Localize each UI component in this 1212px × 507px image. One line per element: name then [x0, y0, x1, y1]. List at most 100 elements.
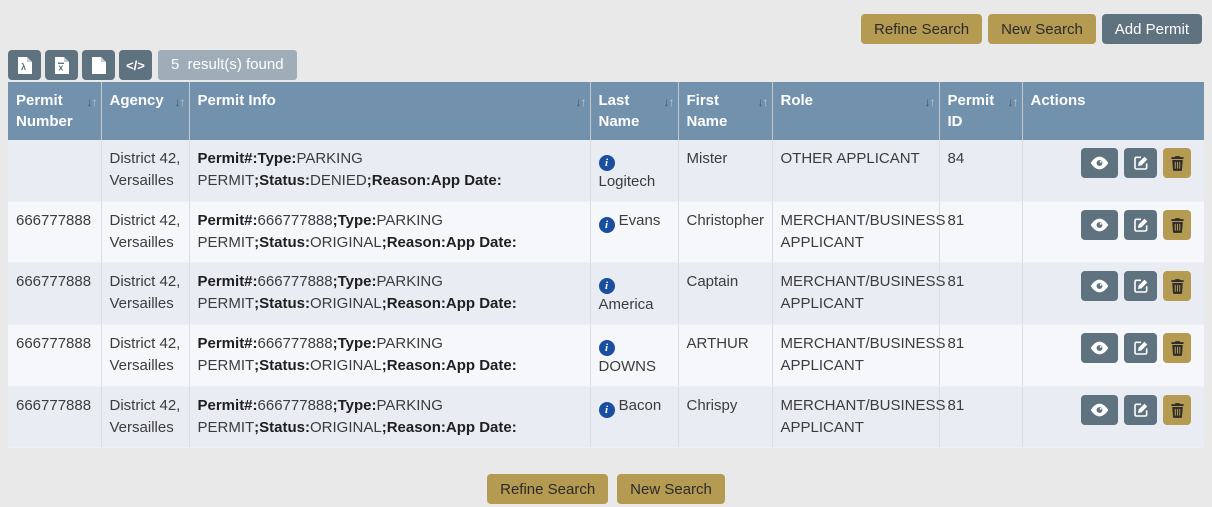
info-icon[interactable]: i	[599, 340, 615, 356]
permit-info-label: ;Type:	[333, 273, 377, 290]
column-header-label: Agency	[110, 92, 164, 109]
cell-permit-number: 666777888	[8, 387, 101, 448]
edit-pencil-icon	[1133, 340, 1149, 356]
column-header-actions: Actions	[1022, 82, 1204, 140]
cell-agency: District 42, Versailles	[101, 140, 189, 202]
view-button[interactable]	[1081, 271, 1118, 301]
cell-permit-number: 666777888	[8, 202, 101, 263]
view-button[interactable]	[1081, 333, 1118, 363]
permit-info-value: ORIGINAL	[310, 419, 382, 436]
column-header-label: Permit ID	[948, 92, 995, 130]
column-header-permit-number[interactable]: Permit Number↓↑	[8, 82, 101, 140]
cell-last-name: i America	[590, 263, 678, 325]
sort-icon[interactable]: ↓↑	[925, 92, 935, 113]
sort-icon[interactable]: ↓↑	[664, 92, 674, 113]
edit-button[interactable]	[1124, 210, 1157, 240]
file-pdf-icon: λ	[18, 57, 32, 74]
permit-info-label: Permit#:	[198, 212, 258, 229]
trash-icon	[1171, 403, 1184, 418]
new-search-button-bottom[interactable]: New Search	[617, 474, 725, 504]
permit-info-label: ;Type:	[333, 397, 377, 414]
trash-icon	[1171, 279, 1184, 294]
cell-permit-info: Permit#:666777888;Type:PARKING PERMIT;St…	[189, 263, 590, 325]
column-header-permit-info[interactable]: Permit Info ↓↑	[189, 82, 590, 140]
add-permit-button[interactable]: Add Permit	[1102, 14, 1202, 44]
permit-info-label: ;Status:	[254, 234, 310, 251]
view-button[interactable]	[1081, 148, 1118, 178]
cell-role: OTHER APPLICANT	[772, 140, 939, 202]
export-pdf-button[interactable]: λ	[8, 50, 41, 80]
cell-actions	[1022, 325, 1204, 387]
sort-icon[interactable]: ↓↑	[87, 92, 97, 113]
results-count-badge: 5 result(s) found	[158, 50, 297, 80]
edit-button[interactable]	[1124, 271, 1157, 301]
delete-button[interactable]	[1163, 271, 1191, 301]
column-header-role[interactable]: Role ↓↑	[772, 82, 939, 140]
permit-info-label: ;Type:	[333, 335, 377, 352]
sort-icon[interactable]: ↓↑	[1008, 92, 1018, 113]
eye-icon	[1090, 403, 1109, 417]
delete-button[interactable]	[1163, 333, 1191, 363]
info-icon[interactable]: i	[599, 155, 615, 171]
cell-last-name: i Evans	[590, 202, 678, 263]
eye-icon	[1090, 218, 1109, 232]
edit-button[interactable]	[1124, 395, 1157, 425]
trash-icon	[1171, 156, 1184, 171]
edit-button[interactable]	[1124, 333, 1157, 363]
column-header-label: Role	[781, 92, 814, 109]
table-row: 666777888District 42, VersaillesPermit#:…	[8, 325, 1204, 387]
edit-pencil-icon	[1133, 402, 1149, 418]
refine-search-button[interactable]: Refine Search	[861, 14, 982, 44]
table-row: 666777888District 42, Versailles Permit#:…	[8, 387, 1204, 448]
permit-info-label: ;Status:	[254, 172, 310, 189]
results-table: Permit Number↓↑Agency↓↑Permit Info↓↑Last…	[8, 82, 1204, 448]
edit-pencil-icon	[1133, 278, 1149, 294]
permit-info-label: Permit#:	[198, 397, 258, 414]
column-header-last-name[interactable]: Last Name↓↑	[590, 82, 678, 140]
permit-search-results-page: Refine Search New Search Add Permit λ x </…	[0, 0, 1212, 507]
export-file-button[interactable]	[82, 50, 115, 80]
permit-info-label: ;Reason:App Date:	[382, 419, 517, 436]
export-xml-button[interactable]: </>	[119, 50, 152, 80]
column-header-permit-id[interactable]: Permit ID ↓↑	[939, 82, 1022, 140]
edit-button[interactable]	[1124, 148, 1157, 178]
cell-first-name: Captain	[678, 263, 772, 325]
cell-permit-id: 81	[939, 263, 1022, 325]
permit-info-label: ;Reason:App Date:	[367, 172, 502, 189]
footer-action-bar: Refine Search New Search	[0, 474, 1212, 504]
cell-permit-number: 666777888	[8, 263, 101, 325]
permit-info-value: 666777888	[258, 273, 333, 290]
trash-icon	[1171, 218, 1184, 233]
cell-permit-id: 81	[939, 387, 1022, 448]
info-icon[interactable]: i	[599, 402, 615, 418]
info-icon[interactable]: i	[599, 217, 615, 233]
delete-button[interactable]	[1163, 395, 1191, 425]
delete-button[interactable]	[1163, 148, 1191, 178]
column-header-agency[interactable]: Agency ↓↑	[101, 82, 189, 140]
sort-icon[interactable]: ↓↑	[758, 92, 768, 113]
table-body: District 42, VersaillesPermit#:Type:PARK…	[8, 140, 1204, 448]
trash-icon	[1171, 341, 1184, 356]
new-search-button[interactable]: New Search	[988, 14, 1096, 44]
export-buttons: λ x </>	[8, 50, 152, 80]
cell-permit-id: 81	[939, 202, 1022, 263]
cell-agency: District 42, Versailles	[101, 387, 189, 448]
column-header-label: Permit Info	[198, 92, 276, 109]
view-button[interactable]	[1081, 210, 1118, 240]
cell-first-name: ARTHUR	[678, 325, 772, 387]
info-icon[interactable]: i	[599, 278, 615, 294]
cell-permit-number: 666777888	[8, 325, 101, 387]
permit-info-label: ;Status:	[254, 357, 310, 374]
refine-search-button-bottom[interactable]: Refine Search	[487, 474, 608, 504]
sort-icon[interactable]: ↓↑	[576, 92, 586, 113]
permit-info-label: ;Type:	[333, 212, 377, 229]
sort-icon[interactable]: ↓↑	[175, 92, 185, 113]
column-header-first-name[interactable]: First Name↓↑	[678, 82, 772, 140]
cell-permit-info: Permit#:Type:PARKING PERMIT;Status:DENIE…	[189, 140, 590, 202]
cell-agency: District 42, Versailles	[101, 202, 189, 263]
file-excel-icon: x	[55, 57, 69, 74]
cell-permit-id: 84	[939, 140, 1022, 202]
delete-button[interactable]	[1163, 210, 1191, 240]
export-excel-button[interactable]: x	[45, 50, 78, 80]
view-button[interactable]	[1081, 395, 1118, 425]
